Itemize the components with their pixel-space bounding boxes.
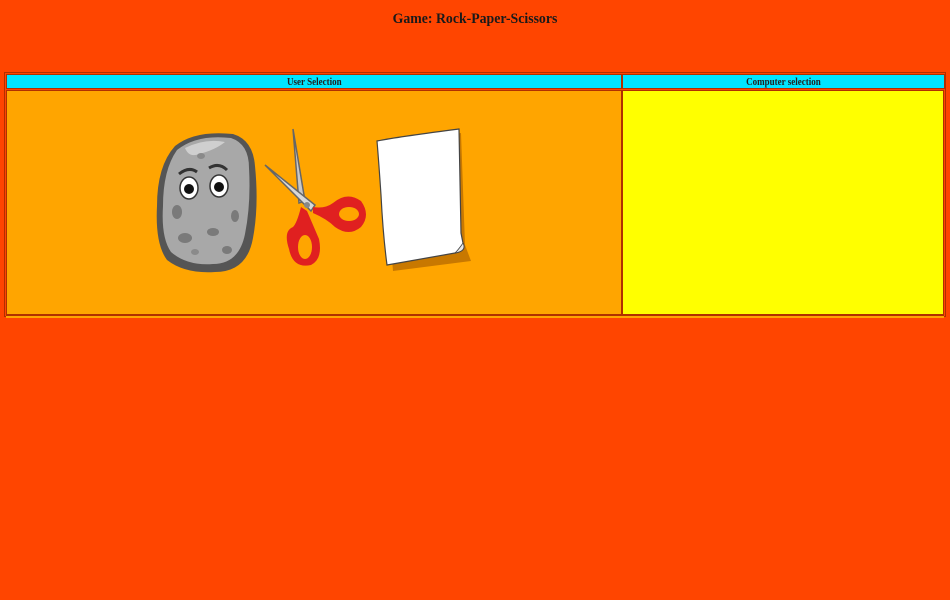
- scissors-choice-button[interactable]: [261, 127, 371, 277]
- user-selection-cell: [6, 90, 622, 315]
- computer-selection-cell: [622, 90, 944, 315]
- paper-choice-button[interactable]: [367, 125, 477, 275]
- user-selection-header: User Selection: [6, 74, 622, 89]
- page-title: Game: Rock-Paper-Scissors: [392, 11, 558, 27]
- table-header-row: User Selection Computer selection: [6, 74, 945, 89]
- game-table: User Selection Computer selection: [4, 72, 946, 318]
- scissors-icon: [264, 128, 366, 266]
- rock-choice-button[interactable]: [155, 126, 259, 276]
- paper-icon: [376, 128, 471, 271]
- computer-selection-header: Computer selection: [622, 74, 945, 89]
- rock-icon: [156, 133, 257, 273]
- table-bottom-border: [6, 315, 944, 318]
